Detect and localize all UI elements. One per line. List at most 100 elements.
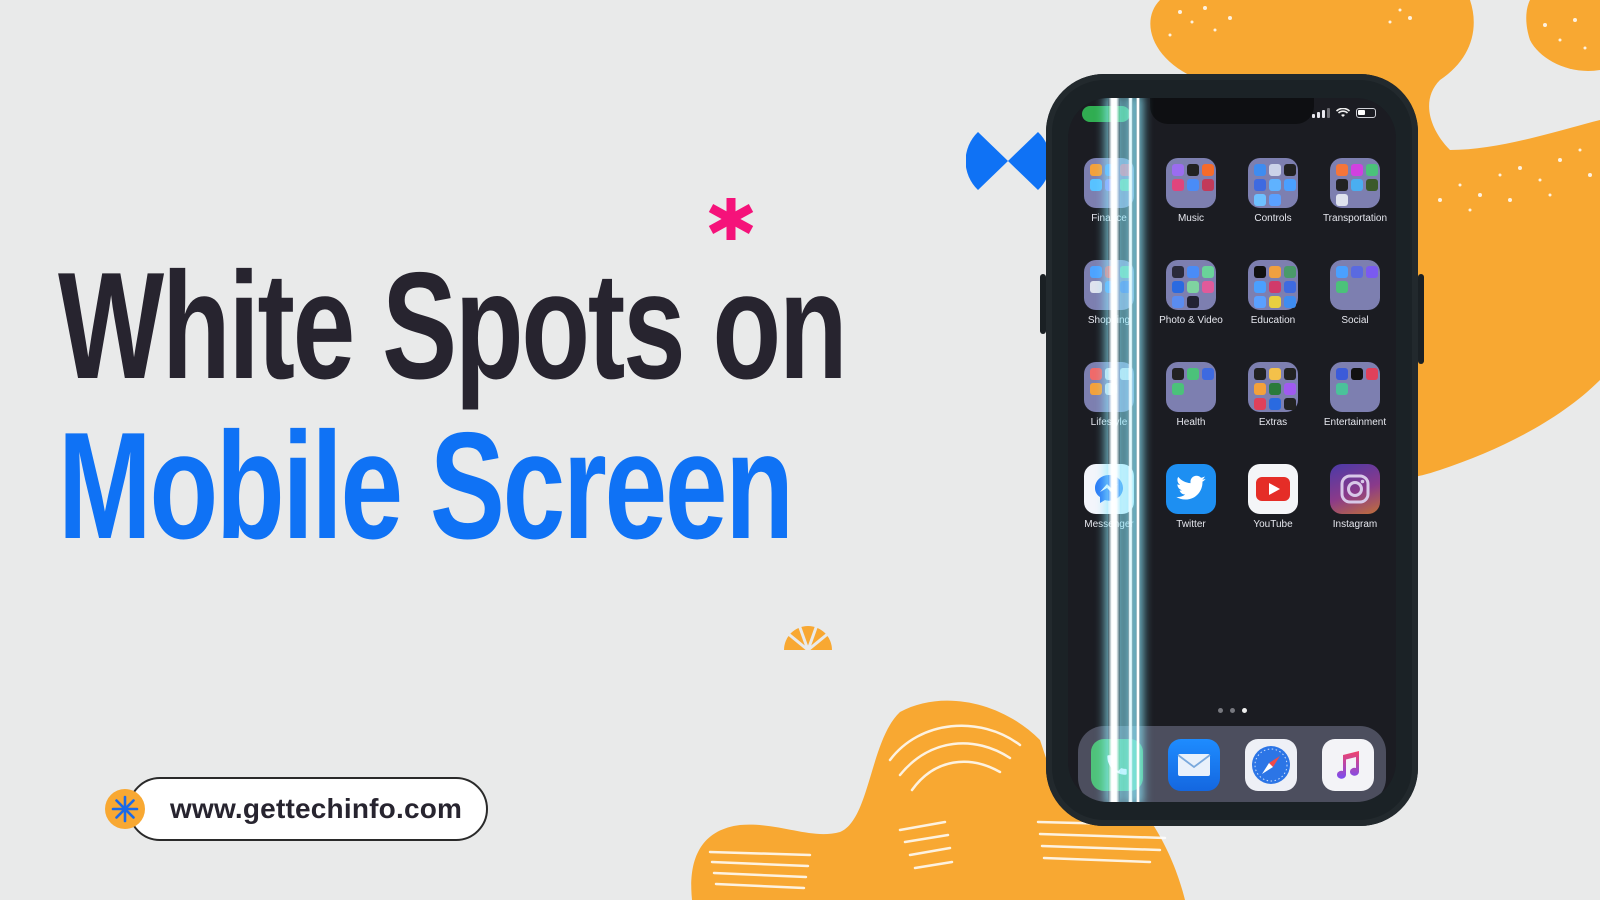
mini-app-icon xyxy=(1202,281,1214,293)
mini-app-icon xyxy=(1336,179,1348,191)
folder-icon xyxy=(1248,260,1298,310)
status-time-pill xyxy=(1082,106,1130,122)
app-label: Controls xyxy=(1254,213,1292,224)
app-music[interactable]: Music xyxy=(1150,158,1232,224)
app-photo-video[interactable]: Photo & Video xyxy=(1150,260,1232,326)
mini-app-icon xyxy=(1336,383,1348,395)
url-badge xyxy=(105,789,145,829)
page-dot[interactable] xyxy=(1229,708,1235,713)
app-label: Extras xyxy=(1258,417,1288,428)
mini-app-icon xyxy=(1172,164,1184,176)
mini-app-icon xyxy=(1366,179,1378,191)
app-twitter[interactable]: Twitter xyxy=(1150,464,1232,530)
mini-app-icon xyxy=(1351,164,1363,176)
safari-compass-icon xyxy=(1251,746,1290,784)
app-extras[interactable]: Extras xyxy=(1232,362,1314,428)
mini-app-icon xyxy=(1187,179,1199,191)
mini-app-icon xyxy=(1336,281,1348,293)
mini-app-icon xyxy=(1172,266,1184,278)
app-entertainment[interactable]: Entertainment xyxy=(1314,362,1396,428)
website-url[interactable]: www.gettechinfo.com xyxy=(170,793,462,825)
mini-app-icon xyxy=(1336,368,1348,380)
mini-app-icon xyxy=(1187,281,1199,293)
mini-app-icon xyxy=(1254,266,1266,278)
app-social[interactable]: Social xyxy=(1314,260,1396,326)
folder-icon xyxy=(1330,158,1380,208)
orange-blob-corner xyxy=(1526,0,1600,71)
mini-app-icon xyxy=(1202,179,1214,191)
mini-app-icon xyxy=(1351,179,1363,191)
page-dot[interactable] xyxy=(1217,708,1223,713)
mini-app-icon xyxy=(1172,179,1184,191)
phone-screen: FinanceMusicControlsTransportationShoppi… xyxy=(1068,98,1396,802)
app-label: Entertainment xyxy=(1323,417,1387,428)
mini-app-icon xyxy=(1172,296,1184,308)
mini-app-icon xyxy=(1269,194,1281,206)
asterisk-star-icon xyxy=(111,795,139,823)
mini-app-icon xyxy=(1269,398,1281,410)
app-label: Social xyxy=(1341,315,1369,326)
app-youtube[interactable]: YouTube xyxy=(1232,464,1314,530)
mini-app-icon xyxy=(1284,398,1296,410)
mini-app-icon xyxy=(1269,368,1281,380)
app-label: Twitter xyxy=(1176,519,1206,530)
mini-app-icon xyxy=(1090,266,1102,278)
mini-app-icon xyxy=(1090,164,1102,176)
mini-app-icon xyxy=(1366,164,1378,176)
mini-app-icon xyxy=(1187,164,1199,176)
mini-app-icon xyxy=(1187,266,1199,278)
app-controls[interactable]: Controls xyxy=(1232,158,1314,224)
app-education[interactable]: Education xyxy=(1232,260,1314,326)
mini-app-icon xyxy=(1269,296,1281,308)
mini-app-icon xyxy=(1351,266,1363,278)
instagram-camera-icon xyxy=(1330,464,1380,514)
headline-line-2: Mobile Screen xyxy=(58,401,794,571)
orange-sunburst-icon xyxy=(784,621,832,650)
app-transportation[interactable]: Transportation xyxy=(1314,158,1396,224)
mini-app-icon xyxy=(1284,266,1296,278)
mini-app-icon xyxy=(1269,383,1281,395)
app-label: Transportation xyxy=(1322,213,1388,224)
mini-app-icon xyxy=(1284,281,1296,293)
white-line-defect xyxy=(1136,98,1140,802)
app-health[interactable]: Health xyxy=(1150,362,1232,428)
mini-app-icon xyxy=(1254,368,1266,380)
mini-app-icon xyxy=(1336,164,1348,176)
page-dot-active[interactable] xyxy=(1241,708,1247,713)
power-button xyxy=(1418,274,1424,364)
battery-icon xyxy=(1356,108,1376,118)
headline-line-1: White Spots on xyxy=(58,241,848,411)
mini-app-icon xyxy=(1366,266,1378,278)
folder-icon xyxy=(1166,260,1216,310)
wifi-icon xyxy=(1336,108,1350,117)
dock-mail-app[interactable] xyxy=(1167,739,1220,791)
mini-app-icon xyxy=(1269,164,1281,176)
mini-app-icon xyxy=(1336,266,1348,278)
mini-app-icon xyxy=(1202,266,1214,278)
mini-app-icon xyxy=(1254,398,1266,410)
mini-app-icon xyxy=(1254,194,1266,206)
dock-safari-app[interactable] xyxy=(1244,739,1297,791)
mini-app-icon xyxy=(1187,296,1199,308)
mini-app-icon xyxy=(1284,383,1296,395)
mini-app-icon xyxy=(1254,383,1266,395)
app-label: Music xyxy=(1177,213,1205,224)
mini-app-icon xyxy=(1172,368,1184,380)
youtube-play-icon xyxy=(1248,464,1298,514)
folder-icon xyxy=(1248,362,1298,412)
mini-app-icon xyxy=(1366,368,1378,380)
mini-app-icon xyxy=(1090,179,1102,191)
mini-app-icon xyxy=(1254,281,1266,293)
mini-app-icon xyxy=(1284,296,1296,308)
volume-button xyxy=(1040,274,1046,334)
pink-asterisk-icon xyxy=(708,198,754,240)
mini-app-icon xyxy=(1351,368,1363,380)
mini-app-icon xyxy=(1187,368,1199,380)
mini-app-icon xyxy=(1090,383,1102,395)
folder-icon xyxy=(1330,362,1380,412)
website-url-pill[interactable]: www.gettechinfo.com xyxy=(128,777,488,841)
app-instagram[interactable]: Instagram xyxy=(1314,464,1396,530)
dock-music-app[interactable] xyxy=(1321,739,1374,791)
mini-app-icon xyxy=(1254,164,1266,176)
music-note-icon xyxy=(1336,751,1359,779)
